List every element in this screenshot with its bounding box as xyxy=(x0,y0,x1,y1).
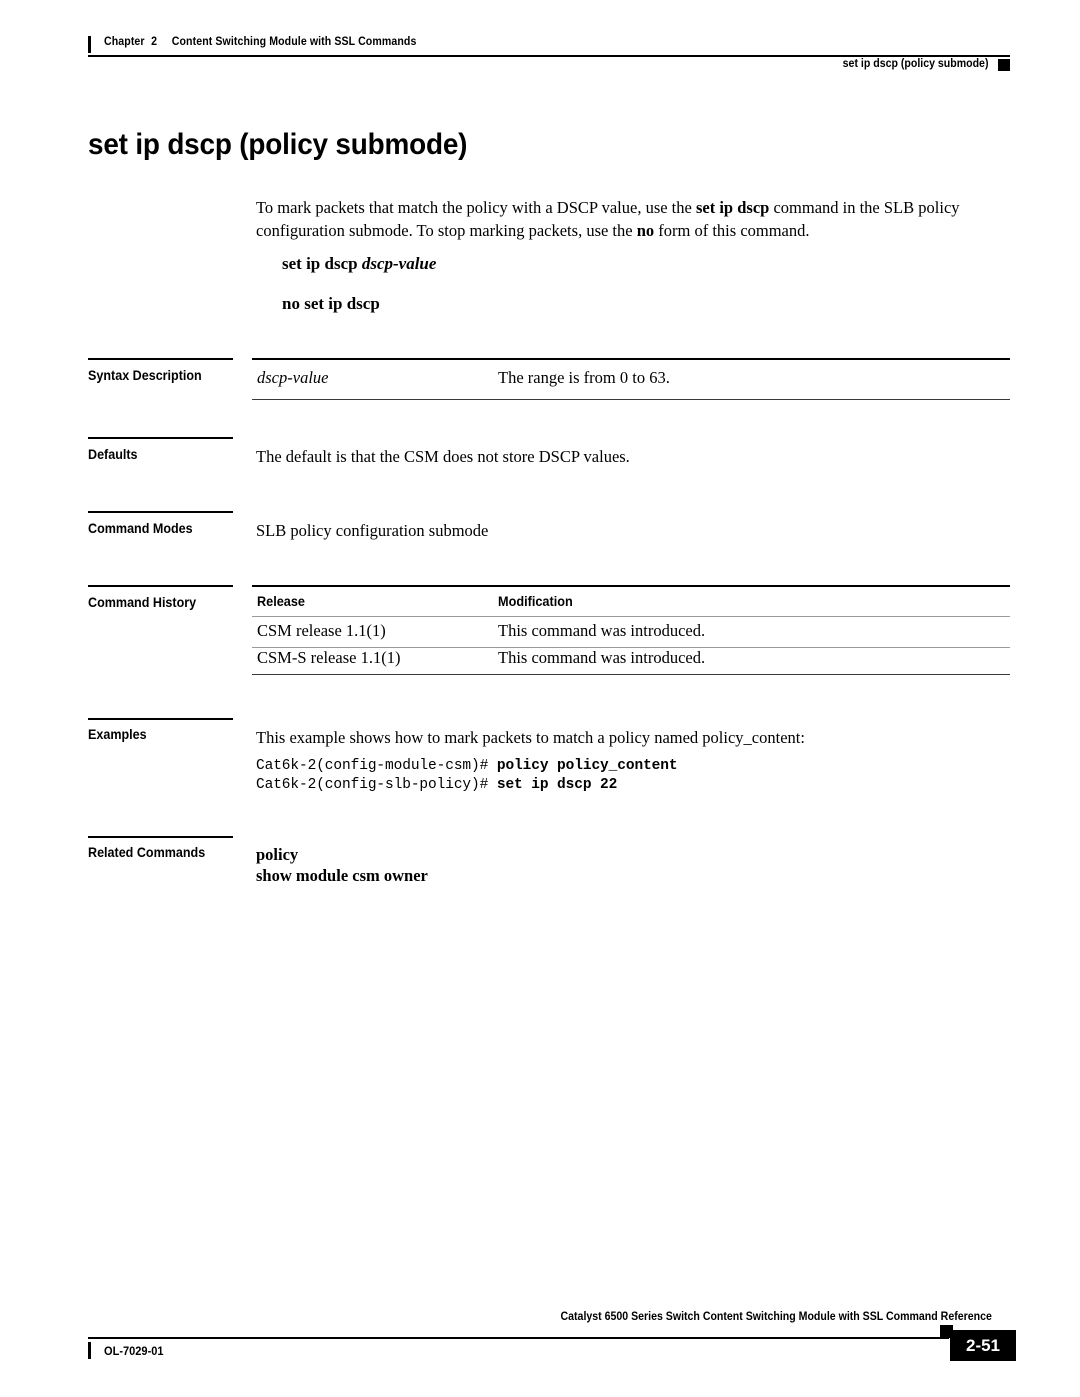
examples-label-rule xyxy=(88,718,233,720)
syntax-command: set ip dscp xyxy=(282,254,362,273)
defaults-text: The default is that the CSM does not sto… xyxy=(256,447,630,466)
history-row-1-modification: This command was introduced. xyxy=(498,621,706,640)
header-running-head: set ip dscp (policy submode) xyxy=(842,58,988,70)
related-commands-label-rule xyxy=(88,836,233,838)
related-command-item[interactable]: show module csm owner xyxy=(256,865,428,886)
syntax-desc-term: dscp-value xyxy=(257,368,329,387)
header-divider xyxy=(88,55,1010,57)
command-description: To mark packets that match the policy wi… xyxy=(256,196,1016,242)
defaults-label-rule xyxy=(88,437,233,439)
syntax-command-line: set ip dscp dscp-value xyxy=(282,254,436,274)
syntax-desc-description: The range is from 0 to 63. xyxy=(498,368,670,387)
code-line-2-command: set ip dscp 22 xyxy=(496,777,618,793)
header-chapter-label: Chapter xyxy=(104,36,145,48)
section-label-examples: Examples xyxy=(88,727,147,742)
code-line-2-prompt: Cat6k-2(config-slb-policy)# xyxy=(256,777,497,793)
example-code-block: Cat6k-2(config-module-csm)# policy polic… xyxy=(256,757,678,795)
related-commands-list: policy show module csm owner xyxy=(256,844,428,886)
history-bottom-rule xyxy=(252,674,1010,675)
syntax-argument: dscp-value xyxy=(361,254,437,273)
history-row-2-modification: This command was introduced. xyxy=(498,648,706,667)
header-chapter-line: Chapter 2 Content Switching Module with SS… xyxy=(104,36,416,48)
section-label-defaults: Defaults xyxy=(88,447,138,462)
section-label-related-commands: Related Commands xyxy=(88,845,206,860)
syntax-no-form: no set ip dscp xyxy=(282,294,380,313)
footer-doc-number: OL-7029-01 xyxy=(104,1344,164,1358)
section-label-syntax-description: Syntax Description xyxy=(88,368,202,383)
related-command-item[interactable]: policy xyxy=(256,844,428,865)
header-tick-marker xyxy=(88,36,91,53)
table-bottom-rule xyxy=(252,399,1010,400)
header-chapter-number: 2 xyxy=(151,36,158,48)
page-header: Chapter 2 Content Switching Module with SS… xyxy=(88,34,1010,76)
history-row-2-release: CSM-S release 1.1(1) xyxy=(257,648,401,667)
intro-part-1: To mark packets that match the policy wi… xyxy=(256,198,696,217)
intro-part-3: form of this command. xyxy=(654,221,810,240)
history-column-header-modification: Modification xyxy=(498,594,573,609)
history-column-header-release: Release xyxy=(257,594,305,609)
document-page: Chapter 2 Content Switching Module with SS… xyxy=(0,0,1080,1397)
section-label-command-history: Command History xyxy=(88,595,197,610)
command-modes-label-rule xyxy=(88,511,233,513)
footer-document-title: Catalyst 6500 Series Switch Content Swit… xyxy=(560,1311,992,1323)
command-modes-text: SLB policy configuration submode xyxy=(256,521,489,540)
footer-tick-marker xyxy=(88,1342,91,1359)
footer-divider xyxy=(88,1337,949,1339)
intro-bold-no: no xyxy=(636,221,655,240)
code-line-1-prompt: Cat6k-2(config-module-csm)# xyxy=(256,758,497,774)
page-number-badge: 2-51 xyxy=(950,1330,1016,1361)
examples-intro-text: This example shows how to mark packets t… xyxy=(256,728,805,747)
history-top-rule xyxy=(252,585,1010,587)
table-top-rule xyxy=(252,358,1010,360)
syntax-description-label-rule xyxy=(88,358,233,360)
command-history-label-rule xyxy=(88,585,233,587)
code-line-1-command: policy policy_content xyxy=(496,758,678,774)
header-square-marker xyxy=(998,59,1010,71)
history-header-rule xyxy=(252,616,1010,617)
header-chapter-title: Content Switching Module with SSL Comman… xyxy=(171,36,417,48)
history-row-1-release: CSM release 1.1(1) xyxy=(257,621,386,640)
intro-bold-command: set ip dscp xyxy=(695,198,770,217)
page-title: set ip dscp (policy submode) xyxy=(88,128,468,161)
section-label-command-modes: Command Modes xyxy=(88,521,193,536)
